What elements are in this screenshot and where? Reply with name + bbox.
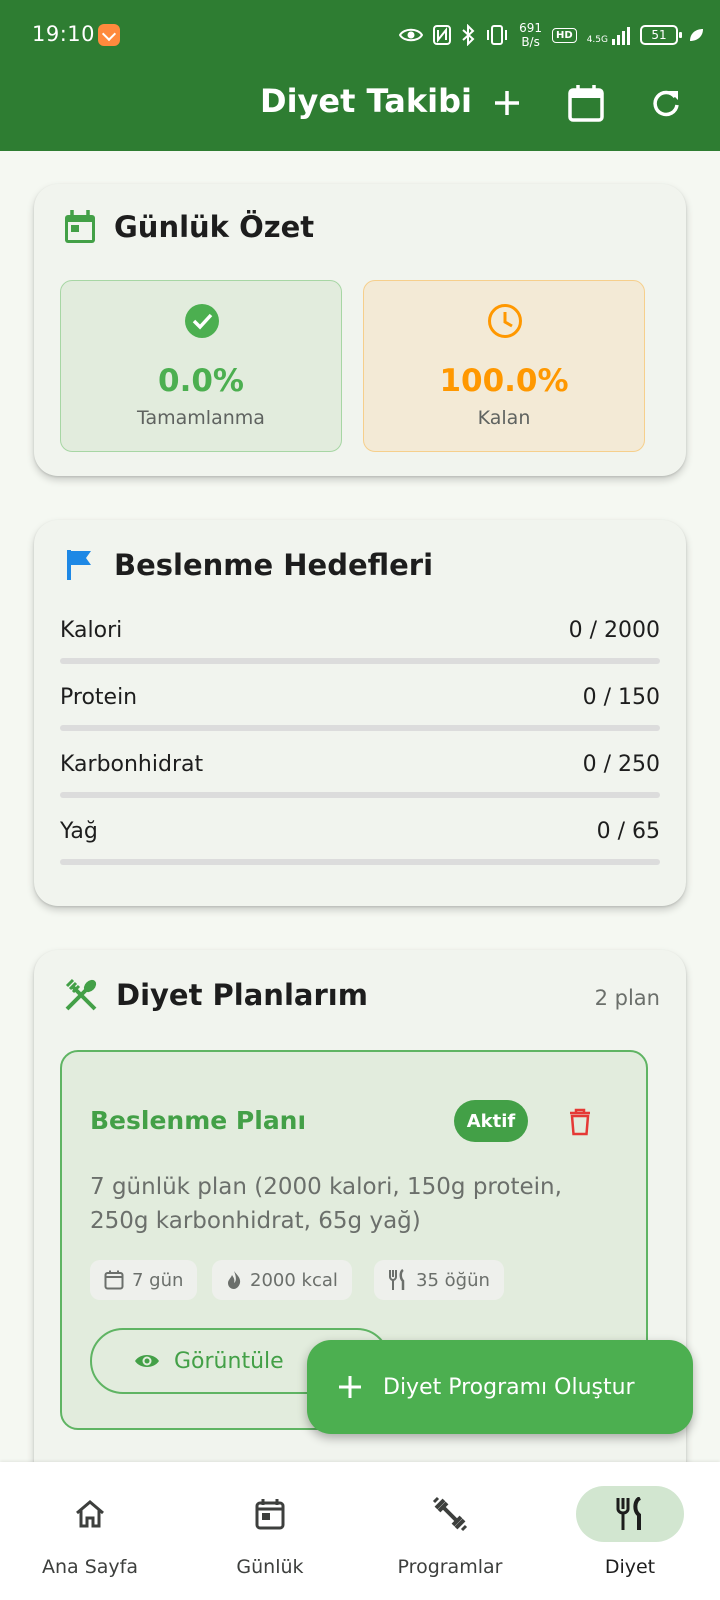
calendar-today-icon [65, 210, 95, 243]
plan-count: 2 plan [594, 986, 660, 1010]
goal-amount: 0 / 250 [582, 752, 660, 777]
nav-programs-pill [396, 1486, 504, 1542]
create-diet-program-button[interactable]: Diyet Programı Oluştur [307, 1340, 693, 1434]
nutrition-goals-title: Beslenme Hedefleri [114, 548, 434, 582]
goal-name: Yağ [60, 819, 98, 844]
page-title: Diyet Takibi [260, 82, 472, 120]
flag-icon [67, 550, 91, 580]
leaf-icon [690, 29, 703, 41]
calendar-today-icon [255, 1499, 285, 1530]
nav-home-pill [36, 1486, 144, 1542]
nav-diet-pill [576, 1486, 684, 1542]
plan-name: Beslenme Planı [90, 1106, 307, 1135]
network-speed: 691 B/s [519, 21, 543, 49]
bottom-navigation: Ana Sayfa Günlük Programlar Diyet [0, 1462, 720, 1600]
plan-calories-chip: 2000 kcal [212, 1260, 352, 1300]
nav-item-programs[interactable]: Programlar [360, 1462, 540, 1600]
add-icon [339, 1376, 361, 1398]
remaining-label: Kalan [477, 407, 531, 429]
remaining-value: 100.0% [439, 363, 569, 399]
goal-row: Karbonhidrat 0 / 250 [60, 752, 660, 822]
goal-row: Protein 0 / 150 [60, 685, 660, 755]
refresh-icon [653, 90, 679, 117]
restaurant-cross-icon [65, 978, 97, 1011]
add-button[interactable] [484, 80, 530, 126]
dumbbell-icon [432, 1496, 468, 1532]
notification-app-icon [98, 24, 120, 46]
refresh-button[interactable] [643, 80, 689, 126]
goal-progress-bar [60, 725, 660, 731]
daily-summary-card: Günlük Özet 0.0% Tamamlanma 100.0% Kalan [34, 184, 686, 476]
nav-item-home[interactable]: Ana Sayfa [0, 1462, 180, 1600]
check-circle-icon [185, 304, 219, 338]
goal-progress-bar [60, 658, 660, 664]
status-bar: 19:10 691 B/s HD 4.5G 51 [0, 0, 720, 70]
completion-value: 0.0% [158, 363, 244, 399]
bluetooth-icon [462, 24, 475, 46]
restaurant-icon [616, 1497, 642, 1530]
fire-icon [228, 1271, 241, 1289]
goal-row: Kalori 0 / 2000 [60, 618, 660, 688]
daily-summary-title: Günlük Özet [114, 210, 315, 244]
signal-icon: 4.5G [587, 25, 630, 45]
plan-meals-chip: 35 öğün [374, 1260, 504, 1300]
add-icon [495, 91, 519, 115]
goal-name: Kalori [60, 618, 123, 643]
plan-days-chip: 7 gün [90, 1260, 198, 1300]
goal-progress-bar [60, 859, 660, 865]
clock-icon [488, 304, 522, 338]
nutrition-goals-card: Beslenme Hedefleri Kalori 0 / 2000 Protein… [34, 520, 686, 906]
battery-icon: 51 [640, 25, 682, 45]
restaurant-icon [389, 1269, 405, 1290]
goal-name: Karbonhidrat [60, 752, 204, 777]
nutrition-goals-header: Beslenme Hedefleri [64, 548, 433, 582]
goal-amount: 0 / 150 [582, 685, 660, 710]
diet-plans-header: Diyet Planlarım [64, 978, 368, 1012]
trash-icon [570, 1108, 590, 1136]
diet-plans-title: Diyet Planlarım [116, 978, 368, 1012]
goal-amount: 0 / 65 [596, 819, 660, 844]
nav-item-diet[interactable]: Diyet [540, 1462, 720, 1600]
hd-badge: HD [552, 27, 577, 43]
nfc-icon [433, 25, 452, 45]
nav-daily-pill [216, 1486, 324, 1542]
nav-item-daily[interactable]: Günlük [180, 1462, 360, 1600]
goal-progress-bar [60, 792, 660, 798]
app-header: 19:10 691 B/s HD 4.5G 51 Diyet Takibi [0, 0, 720, 151]
plan-description: 7 günlük plan (2000 kalori, 150g protein… [90, 1174, 562, 1234]
goal-amount: 0 / 2000 [568, 618, 660, 643]
active-badge: Aktif [454, 1100, 528, 1142]
daily-summary-header: Günlük Özet [64, 210, 314, 244]
eye-icon [399, 28, 424, 42]
completion-label: Tamamlanma [137, 407, 265, 429]
home-icon [76, 1500, 104, 1528]
calendar-button[interactable] [563, 80, 609, 126]
delete-plan-button[interactable] [562, 1104, 598, 1140]
eye-icon [135, 1355, 159, 1367]
goal-row: Yağ 0 / 65 [60, 819, 660, 889]
calendar-small-icon [104, 1270, 124, 1290]
remaining-stat: 100.0% Kalan [363, 280, 645, 452]
vibrate-icon [487, 25, 508, 45]
completion-stat: 0.0% Tamamlanma [60, 280, 342, 452]
calendar-icon [568, 85, 604, 122]
status-icons: 691 B/s HD 4.5G 51 [399, 18, 704, 52]
status-time: 19:10 [32, 22, 96, 46]
goal-name: Protein [60, 685, 138, 710]
